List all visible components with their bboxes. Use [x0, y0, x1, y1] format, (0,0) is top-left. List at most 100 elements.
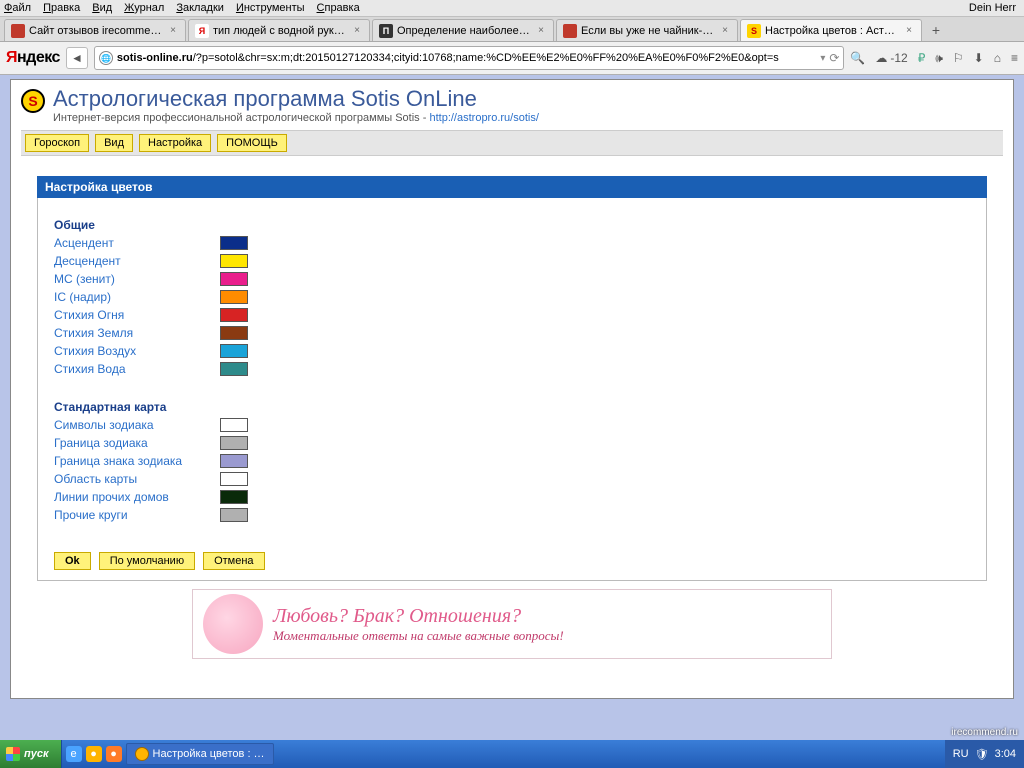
quick-firefox-icon[interactable]: ● — [106, 746, 122, 762]
start-button[interactable]: пуск — [0, 740, 62, 768]
color-label[interactable]: Область карты — [54, 472, 214, 486]
ff-menu-Журнал[interactable]: Журнал — [124, 2, 164, 14]
home-icon[interactable]: ⌂ — [994, 51, 1001, 65]
color-label[interactable]: Граница знака зодиака — [54, 454, 214, 468]
color-setting-row: Стихия Вода — [54, 360, 970, 378]
browser-tab[interactable]: Сайт отзывов irecommend.r…× — [4, 19, 186, 41]
tab-close-button[interactable]: × — [903, 25, 915, 37]
default-button[interactable]: По умолчанию — [99, 552, 195, 570]
page-subtitle: Интернет-версия профессиональной астроло… — [53, 112, 539, 124]
color-label[interactable]: Десцендент — [54, 254, 214, 268]
color-swatch[interactable] — [220, 326, 248, 340]
color-setting-row: Граница знака зодиака — [54, 452, 970, 470]
ff-menu-Инструменты[interactable]: Инструменты — [236, 2, 305, 14]
color-swatch[interactable] — [220, 308, 248, 322]
color-swatch[interactable] — [220, 254, 248, 268]
color-label[interactable]: Асцендент — [54, 236, 214, 250]
color-setting-row: Линии прочих домов — [54, 488, 970, 506]
ff-menu-Вид[interactable]: Вид — [92, 2, 112, 14]
banner-line2: Моментальные ответы на самые важные вопр… — [273, 628, 564, 644]
quick-app-icon[interactable]: ● — [86, 746, 102, 762]
app-menu-Настройка[interactable]: Настройка — [139, 134, 211, 152]
reload-button[interactable]: ⟳ — [829, 51, 839, 65]
color-label[interactable]: Прочие круги — [54, 508, 214, 522]
ff-menu-Справка[interactable]: Справка — [317, 2, 360, 14]
color-label[interactable]: Стихия Земля — [54, 326, 214, 340]
color-swatch[interactable] — [220, 290, 248, 304]
ff-menu-Файл[interactable]: Файл — [4, 2, 31, 14]
tab-title: Настройка цветов : Астрол… — [765, 25, 899, 37]
address-bar-row: Яндекс ◄ 🌐 sotis-online.ru/?p=sotol&chr=… — [0, 42, 1024, 75]
color-label[interactable]: MC (зенит) — [54, 272, 214, 286]
hamburger-menu-icon[interactable]: ≡ — [1011, 51, 1018, 65]
color-label[interactable]: Стихия Воздух — [54, 344, 214, 358]
section-heading: Общие — [54, 218, 970, 232]
color-label[interactable]: Стихия Огня — [54, 308, 214, 322]
ok-button[interactable]: Ok — [54, 552, 91, 570]
sotis-link[interactable]: http://astropro.ru/sotis/ — [429, 112, 538, 124]
tab-close-button[interactable]: × — [351, 25, 363, 37]
tab-close-button[interactable]: × — [719, 25, 731, 37]
banner-line1: Любовь? Брак? Отношения? — [273, 605, 564, 628]
url-dropdown-icon[interactable]: ▾ — [820, 53, 825, 64]
color-swatch[interactable] — [220, 472, 248, 486]
color-swatch[interactable] — [220, 436, 248, 450]
quick-launch: e ● ● — [66, 746, 122, 762]
cancel-button[interactable]: Отмена — [203, 552, 264, 570]
tab-close-button[interactable]: × — [535, 25, 547, 37]
quick-ie-icon[interactable]: e — [66, 746, 82, 762]
site-identity-icon: 🌐 — [99, 51, 113, 65]
color-swatch[interactable] — [220, 344, 248, 358]
new-tab-button[interactable]: + — [924, 22, 948, 38]
app-menu-Гороскоп[interactable]: Гороскоп — [25, 134, 89, 152]
color-label[interactable]: Символы зодиака — [54, 418, 214, 432]
color-swatch[interactable] — [220, 272, 248, 286]
url-box[interactable]: 🌐 sotis-online.ru/?p=sotol&chr=sx:m;dt:2… — [94, 46, 844, 70]
color-label[interactable]: IC (надир) — [54, 290, 214, 304]
ruble-icon[interactable]: ₽ — [918, 51, 926, 65]
tab-title: тип людей с водной рукой … — [213, 25, 347, 37]
ff-menu-Правка[interactable]: Правка — [43, 2, 80, 14]
page-content: S Астрологическая программа Sotis OnLine… — [10, 79, 1014, 699]
favicon-icon — [11, 24, 25, 38]
color-swatch[interactable] — [220, 454, 248, 468]
download-icon[interactable]: ⬇ — [974, 51, 984, 65]
app-menu-Вид[interactable]: Вид — [95, 134, 133, 152]
tray-lang-icon[interactable]: RU — [953, 748, 969, 760]
browser-tab[interactable]: ПОпределение наиболее под…× — [372, 19, 554, 41]
color-setting-row: Прочие круги — [54, 506, 970, 524]
system-tray[interactable]: RU 🛡 3:04 — [945, 740, 1024, 768]
firefox-user-label: Dein Herr — [969, 2, 1020, 14]
nav-back-button[interactable]: ◄ — [66, 47, 88, 69]
tab-strip: Сайт отзывов irecommend.r…×Ятип людей с … — [0, 17, 1024, 42]
color-swatch[interactable] — [220, 362, 248, 376]
tab-close-button[interactable]: × — [167, 25, 179, 37]
browser-tab[interactable]: Если вы уже не чайник-аст… × — [556, 19, 738, 41]
windows-taskbar: пуск e ● ● Настройка цветов : … RU 🛡 3:0… — [0, 740, 1024, 768]
page-title: Астрологическая программа Sotis OnLine — [53, 86, 539, 112]
tab-title: Если вы уже не чайник-аст… — [581, 25, 715, 37]
sound-icon[interactable]: 🕪 — [935, 51, 943, 66]
taskbar-active-window[interactable]: Настройка цветов : … — [126, 743, 274, 765]
favicon-icon: Я — [195, 24, 209, 38]
color-swatch[interactable] — [220, 508, 248, 522]
bookmark-icon[interactable]: ⚐ — [953, 51, 964, 65]
weather-widget[interactable]: ☁-12 — [875, 51, 907, 65]
browser-tab[interactable]: SНастройка цветов : Астрол…× — [740, 19, 922, 41]
cupid-icon — [203, 594, 263, 654]
color-setting-row: Десцендент — [54, 252, 970, 270]
tray-shield-icon[interactable]: 🛡 — [975, 748, 989, 761]
color-swatch[interactable] — [220, 490, 248, 504]
color-label[interactable]: Граница зодиака — [54, 436, 214, 450]
color-setting-row: Асцендент — [54, 234, 970, 252]
ad-banner[interactable]: Любовь? Брак? Отношения? Моментальные от… — [192, 589, 832, 659]
color-label[interactable]: Стихия Вода — [54, 362, 214, 376]
color-swatch[interactable] — [220, 418, 248, 432]
color-swatch[interactable] — [220, 236, 248, 250]
ff-menu-Закладки[interactable]: Закладки — [176, 2, 224, 14]
app-menu-ПОМОЩЬ[interactable]: ПОМОЩЬ — [217, 134, 287, 152]
search-icon[interactable]: 🔍 — [850, 51, 865, 65]
color-setting-row: Символы зодиака — [54, 416, 970, 434]
browser-tab[interactable]: Ятип людей с водной рукой … × — [188, 19, 370, 41]
color-label[interactable]: Линии прочих домов — [54, 490, 214, 504]
